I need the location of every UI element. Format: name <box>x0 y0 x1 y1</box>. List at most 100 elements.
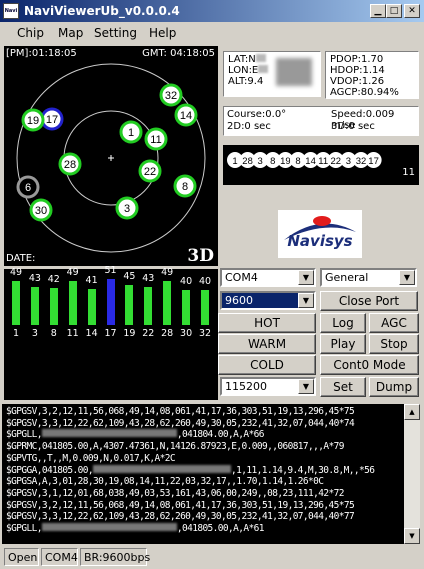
nmea-line: $GPGSA,A,3,01,28,30,19,08,14,11,22,03,32… <box>6 476 324 488</box>
chevron-down-icon[interactable]: ▼ <box>298 379 314 394</box>
satellite-1: 1 <box>119 120 143 144</box>
hdop-value: HDOP:1.14 <box>330 65 385 76</box>
cold-start-button[interactable]: COLD <box>218 355 316 375</box>
menu-setting[interactable]: Setting <box>94 26 137 40</box>
app-icon[interactable]: Navi <box>3 3 19 19</box>
signal-value-11: 49 <box>66 267 79 279</box>
agc-button[interactable]: AGC <box>369 313 419 333</box>
satellite-22: 22 <box>138 159 162 183</box>
signal-label-22: 22 <box>142 328 155 339</box>
baud-select[interactable]: 9600 ▼ <box>220 291 316 310</box>
time-3d-value: 3D:0 sec <box>331 121 375 132</box>
signal-value-30: 40 <box>180 275 193 287</box>
satellite-17: 17 <box>40 107 64 131</box>
sat-list-strip: 1 28 3 8 19 8 14 11 22 3 32 17 11 <box>223 145 419 185</box>
position-box: LAT:N LON:E ALT:9.4 <box>223 51 321 97</box>
signal-label-19: 19 <box>123 328 136 339</box>
svg-text:22: 22 <box>331 156 342 167</box>
cont-mode-button[interactable]: Cont0 Mode <box>320 355 419 375</box>
signal-value-1: 49 <box>9 267 23 279</box>
satellite-11: 11 <box>144 127 168 151</box>
window-title: NaviViewerUb_v0.0.0.4 <box>24 4 180 18</box>
scroll-down-icon[interactable]: ▼ <box>404 528 420 544</box>
signal-label-17: 17 <box>104 328 117 339</box>
svg-text:11: 11 <box>318 156 328 167</box>
nmea-line: $GPGLL, ,041804.00,A,A*66 <box>6 429 264 441</box>
satellite-8: 8 <box>173 174 197 198</box>
signal-bar-17 <box>105 278 116 326</box>
scroll-up-icon[interactable]: ▲ <box>404 404 420 420</box>
set-button[interactable]: Set <box>320 377 366 397</box>
dop-box: PDOP:1.70 HDOP:1.14 VDOP:1.26 AGCP:80.94… <box>325 51 419 99</box>
svg-text:6: 6 <box>25 182 31 194</box>
signal-value-14: 41 <box>85 274 98 286</box>
nmea-line: $GPGGA,041805.00, ,1,11,1.14,9.4,M,30.8,M… <box>6 464 375 476</box>
svg-text:28: 28 <box>64 159 76 171</box>
nmea-line: $GPGSV,3,3,12,22,62,109,43,28,62,260,49,… <box>6 511 355 523</box>
svg-text:28: 28 <box>242 156 253 167</box>
satellite-28: 28 <box>58 152 82 176</box>
date-label: DATE: <box>6 253 36 264</box>
status-baud: BR:9600bps <box>80 548 150 566</box>
dump-button[interactable]: Dump <box>369 377 419 397</box>
satellite-14: 14 <box>174 103 198 127</box>
title-bar: Navi NaviViewerUb_v0.0.0.4 ▁ □ ✕ <box>0 0 424 22</box>
signal-label-32: 32 <box>198 328 212 339</box>
signal-label-3: 3 <box>31 328 38 339</box>
signal-bar-32 <box>200 288 210 326</box>
hot-start-button[interactable]: HOT <box>218 313 316 333</box>
svg-text:1: 1 <box>232 156 237 167</box>
close-window-button[interactable]: ✕ <box>404 4 420 18</box>
signal-value-32: 40 <box>198 275 212 287</box>
menu-help[interactable]: Help <box>149 26 176 40</box>
maximize-button[interactable]: □ <box>386 4 402 18</box>
log-button[interactable]: Log <box>320 313 366 333</box>
menu-bar: Chip Map Setting Help <box>0 22 424 44</box>
satellite-30: 30 <box>29 198 53 222</box>
signal-bar-28 <box>162 280 173 326</box>
minimize-button[interactable]: ▁ <box>370 4 386 18</box>
signal-bar-11 <box>67 280 78 326</box>
nmea-line: $GPGSV,3,2,12,11,56,068,49,14,08,061,41,… <box>6 406 355 417</box>
port-select[interactable]: COM4 ▼ <box>220 268 316 287</box>
nmea-scrollbar[interactable]: ▲ ▼ <box>404 404 420 544</box>
nmea-line: $GPGSV,3,1,12,01,68,038,49,03,53,161,43,… <box>6 487 344 499</box>
svg-text:3: 3 <box>346 156 351 167</box>
svg-text:8: 8 <box>295 156 300 167</box>
play-button[interactable]: Play <box>320 334 366 354</box>
status-state: Open <box>4 548 39 566</box>
baud2-select[interactable]: 115200 ▼ <box>220 377 316 396</box>
mode-select[interactable]: General ▼ <box>320 268 417 287</box>
sat-count: 11 <box>402 167 415 178</box>
signal-label-14: 14 <box>85 328 98 339</box>
signal-bar-8 <box>48 286 59 326</box>
svg-text:19: 19 <box>27 115 39 127</box>
svg-text:3: 3 <box>258 156 263 167</box>
chevron-down-icon[interactable]: ▼ <box>298 270 314 285</box>
warm-start-button[interactable]: WARM <box>218 334 316 354</box>
status-port: COM4 <box>41 548 78 566</box>
satellite-19: 19 <box>21 108 45 132</box>
svg-text:14: 14 <box>305 156 316 167</box>
agcp-value: AGCP:80.94% <box>330 87 399 98</box>
vdop-value: VDOP:1.26 <box>330 76 385 87</box>
svg-text:30: 30 <box>35 205 47 217</box>
signal-value-17: 51 <box>104 265 117 277</box>
svg-text:32: 32 <box>165 90 177 102</box>
signal-value-28: 49 <box>161 267 174 279</box>
menu-chip[interactable]: Chip <box>17 26 44 40</box>
sky-plot: 1 3 6 8 11 14 17 19 22 28 30 32 <box>16 63 206 253</box>
close-port-button[interactable]: Close Port <box>320 291 418 311</box>
signal-value-22: 43 <box>142 272 155 284</box>
chevron-down-icon[interactable]: ▼ <box>298 293 314 308</box>
signal-panel: 49 1 43 3 42 8 49 11 41 14 51 17 45 19 43 22 49 28 40 30 40 3… <box>4 265 218 400</box>
signal-value-8: 42 <box>47 273 60 285</box>
nmea-console[interactable]: $GPGSV,3,2,12,11,56,068,49,14,08,061,41,… <box>2 404 405 544</box>
chevron-down-icon[interactable]: ▼ <box>399 270 415 285</box>
stop-button[interactable]: Stop <box>369 334 419 354</box>
signal-bar-14 <box>86 287 97 326</box>
signal-value-3: 43 <box>28 272 41 284</box>
signal-bar-1 <box>11 280 21 326</box>
nmea-line: $GPGLL, ,041805.00,A,A*61 <box>6 523 264 535</box>
menu-map[interactable]: Map <box>58 26 83 40</box>
